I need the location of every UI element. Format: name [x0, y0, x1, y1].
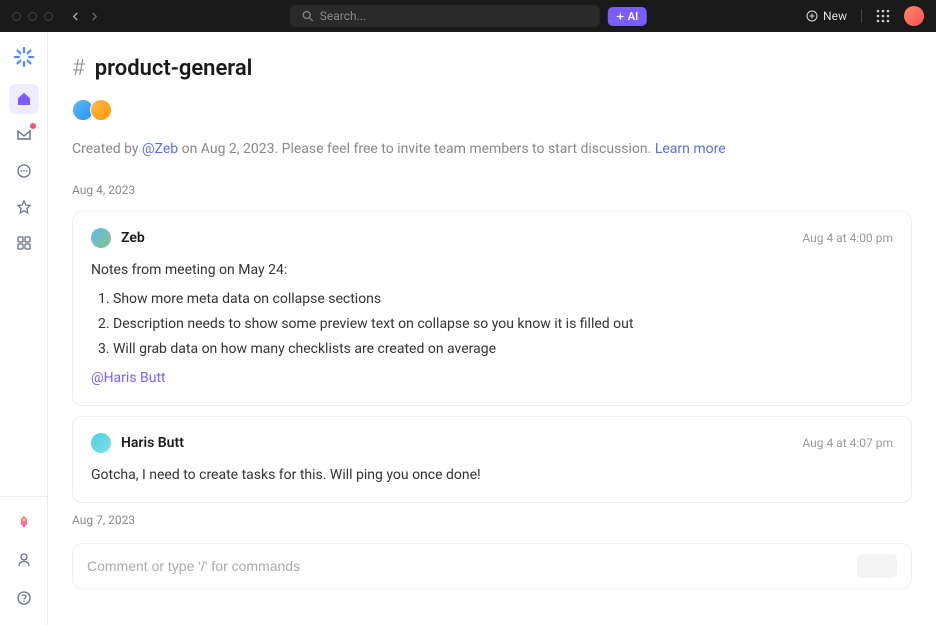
author-avatar[interactable] [91, 433, 111, 453]
comment-composer[interactable] [72, 543, 912, 589]
back-button[interactable] [71, 12, 80, 21]
home-icon [16, 91, 32, 107]
app-logo-icon[interactable] [13, 46, 35, 68]
member-avatar[interactable] [90, 99, 112, 121]
sidebar-dashboard[interactable] [9, 228, 39, 258]
sidebar-inbox[interactable] [9, 120, 39, 150]
maximize-window-icon[interactable] [44, 12, 53, 21]
titlebar: Search... AI New [0, 0, 936, 32]
list-item: Show more meta data on collapse sections [113, 289, 893, 310]
creator-link[interactable]: @Zeb [142, 141, 178, 157]
channel-name: product-general [95, 56, 253, 81]
message-header: Zeb Aug 4 at 4:00 pm [91, 228, 893, 248]
author-avatar[interactable] [91, 228, 111, 248]
date-separator: Aug 4, 2023 [72, 183, 912, 197]
message-timestamp: Aug 4 at 4:07 pm [802, 436, 893, 450]
list-item: Description needs to show some preview t… [113, 314, 893, 335]
sidebar-favorites[interactable] [9, 192, 39, 222]
sidebar [0, 32, 48, 625]
list-item: Will grab data on how many checklists ar… [113, 339, 893, 360]
more-icon [16, 163, 32, 179]
sidebar-help[interactable] [9, 583, 39, 613]
hash-icon: # [72, 56, 85, 81]
date-separator: Aug 7, 2023 [72, 513, 912, 527]
sidebar-home[interactable] [9, 84, 39, 114]
divider [861, 9, 862, 23]
notification-badge [30, 123, 36, 129]
sidebar-upgrade[interactable] [9, 507, 39, 537]
search-icon [302, 10, 314, 22]
star-icon [16, 199, 32, 215]
message-header: Haris Butt Aug 4 at 4:07 pm [91, 433, 893, 453]
help-icon [16, 590, 32, 606]
forward-button[interactable] [90, 12, 99, 21]
close-window-icon[interactable] [12, 12, 21, 21]
plus-icon [806, 10, 818, 22]
message-card: Haris Butt Aug 4 at 4:07 pm Gotcha, I ne… [72, 416, 912, 503]
sidebar-bottom [0, 496, 47, 613]
new-button[interactable]: New [806, 9, 847, 23]
person-icon [16, 552, 32, 568]
learn-more-link[interactable]: Learn more [655, 141, 726, 157]
sidebar-more[interactable] [9, 156, 39, 186]
ai-button[interactable]: AI [608, 7, 647, 26]
user-avatar[interactable] [904, 6, 924, 26]
sidebar-profile[interactable] [9, 545, 39, 575]
message-body: Notes from meeting on May 24: Show more … [91, 260, 893, 389]
nav-arrows [71, 12, 99, 21]
message-timestamp: Aug 4 at 4:00 pm [802, 231, 893, 245]
search-input[interactable]: Search... [290, 5, 600, 27]
member-avatars[interactable] [72, 99, 912, 121]
inbox-icon [16, 127, 32, 143]
titlebar-right: New [806, 6, 924, 26]
channel-meta: Created by @Zeb on Aug 2, 2023. Please f… [72, 141, 912, 157]
search-placeholder: Search... [320, 9, 366, 23]
window-controls [12, 12, 53, 21]
notes-list: Show more meta data on collapse sections… [113, 289, 893, 360]
minimize-window-icon[interactable] [28, 12, 37, 21]
apps-icon[interactable] [876, 9, 890, 23]
search-bar: Search... AI [290, 5, 647, 27]
mention[interactable]: @Haris Butt [91, 370, 166, 386]
sparkle-icon [616, 12, 625, 21]
comment-input[interactable] [87, 558, 857, 574]
message-body: Gotcha, I need to create tasks for this.… [91, 465, 893, 486]
channel-header: # product-general [72, 56, 912, 81]
rocket-icon [16, 514, 32, 530]
send-button[interactable] [857, 554, 897, 578]
message-card: Zeb Aug 4 at 4:00 pm Notes from meeting … [72, 211, 912, 406]
author-name: Haris Butt [121, 435, 184, 451]
author-name: Zeb [121, 230, 145, 246]
main-content: # product-general Created by @Zeb on Aug… [48, 32, 936, 625]
dashboard-icon [16, 235, 32, 251]
